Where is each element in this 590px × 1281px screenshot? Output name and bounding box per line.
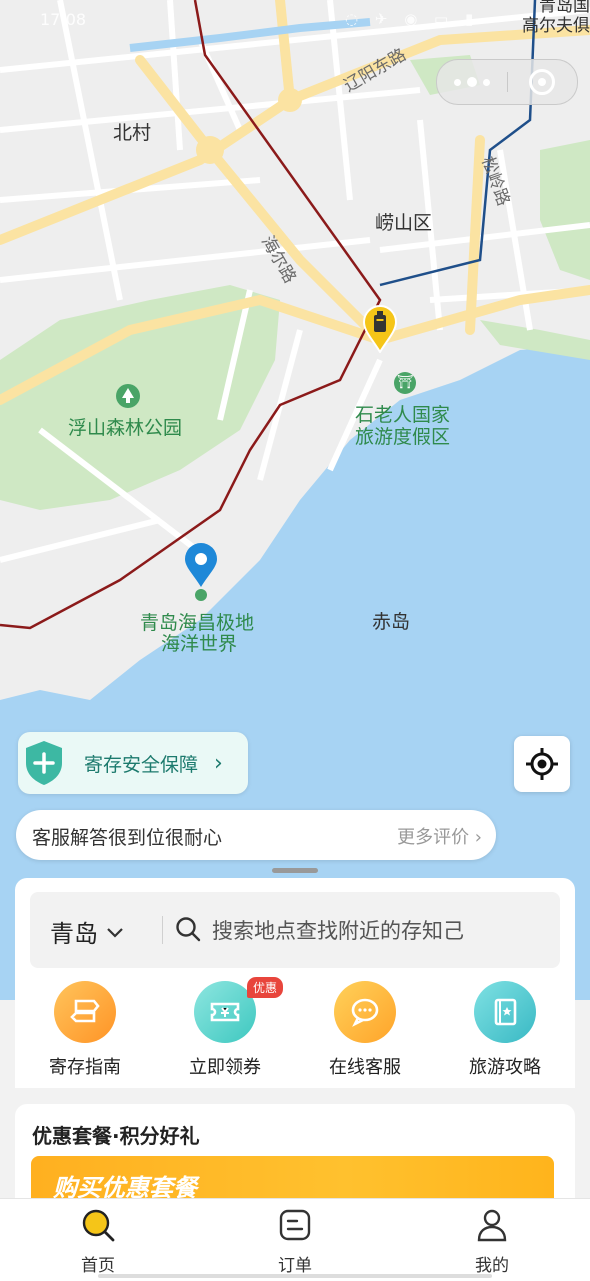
map-label-chidao: 赤岛 <box>372 611 411 633</box>
storage-security-label: 寄存安全保障 <box>84 753 199 776</box>
bottom-panel: 青岛 寄存指南 优惠 立即领券 在线客服 旅游攻略 <box>15 878 575 1088</box>
signpost-icon <box>54 981 116 1043</box>
park-tree-icon <box>116 384 140 408</box>
selected-location-pin[interactable] <box>182 543 220 601</box>
quick-online-service-label: 在线客服 <box>329 1057 401 1078</box>
map-label-laoshan: 崂山区 <box>375 212 433 234</box>
more-reviews-link[interactable]: 更多评价 › <box>397 823 482 849</box>
mini-program-close-icon[interactable] <box>507 60 577 104</box>
storage-location-marker[interactable] <box>362 305 398 353</box>
shield-plus-icon <box>26 741 62 785</box>
search-divider <box>162 916 163 944</box>
scenic-area-icon: ⛩ <box>394 372 416 394</box>
promo-card: 优惠套餐·积分好礼 购买优惠套餐 <box>15 1104 575 1204</box>
quick-storage-guide-label: 寄存指南 <box>49 1057 121 1078</box>
mini-program-capsule <box>436 59 578 105</box>
guidebook-icon <box>474 981 536 1043</box>
more-dots-icon[interactable] <box>437 60 507 104</box>
quick-storage-guide[interactable]: 寄存指南 <box>25 981 145 1079</box>
promo-title: 优惠套餐·积分好礼 <box>32 1124 200 1148</box>
map-label-shilaoren-2: 旅游度假区 <box>355 426 451 448</box>
chat-bubble-icon <box>334 981 396 1043</box>
chevron-right-icon: › <box>214 750 223 776</box>
quick-get-coupon-label: 立即领券 <box>189 1057 261 1078</box>
map-label-golf-line1: 青岛国 <box>539 0 590 16</box>
order-list-icon <box>279 1209 311 1241</box>
tab-home[interactable]: 首页 <box>38 1207 158 1276</box>
tab-home-label: 首页 <box>81 1256 115 1276</box>
city-name: 青岛 <box>50 920 98 948</box>
quick-online-service[interactable]: 在线客服 <box>305 981 425 1079</box>
review-text: 客服解答很到位很耐心 <box>32 827 223 849</box>
map-label-beicun: 北村 <box>113 122 152 144</box>
search-home-icon <box>82 1209 115 1242</box>
tab-mine-label: 我的 <box>475 1256 509 1276</box>
home-indicator <box>98 1274 492 1278</box>
map-label-haichang-2: 海洋世界 <box>161 633 238 655</box>
crosshair-icon <box>526 748 558 780</box>
map-label-fushan-park: 浮山森林公园 <box>68 417 183 439</box>
locate-me-button[interactable] <box>514 736 570 792</box>
status-bar: 17:08 ◌ ✈ ◉ ▭ ▮ <box>0 0 590 40</box>
quick-travel-guide[interactable]: 旅游攻略 <box>445 981 565 1079</box>
status-time: 17:08 <box>40 10 87 29</box>
status-icons: ◌ ✈ ◉ ▭ ▮ <box>345 10 480 28</box>
panel-drag-handle[interactable] <box>272 868 318 873</box>
quick-travel-guide-label: 旅游攻略 <box>469 1057 541 1078</box>
tab-orders-label: 订单 <box>278 1256 312 1276</box>
map-label-golf-club: 青岛国 高尔夫俱 <box>508 0 590 36</box>
chevron-down-icon <box>107 927 123 938</box>
discount-badge: 优惠 <box>247 977 284 998</box>
profile-icon <box>477 1209 507 1242</box>
city-selector[interactable]: 青岛 <box>50 914 124 949</box>
storage-security-button[interactable]: 寄存安全保障 › <box>18 732 248 794</box>
map-label-shilaoren-1: 石老人国家 <box>355 404 451 426</box>
quick-get-coupon[interactable]: 优惠 立即领券 <box>165 977 285 1079</box>
map-label-haichang-1: 青岛海昌极地 <box>140 612 255 634</box>
search-icon <box>176 917 201 942</box>
promo-banner[interactable]: 购买优惠套餐 <box>31 1156 554 1204</box>
tab-mine[interactable]: 我的 <box>432 1207 552 1276</box>
search-bar: 青岛 <box>30 892 560 968</box>
tab-orders[interactable]: 订单 <box>235 1207 355 1276</box>
search-input[interactable] <box>210 912 534 950</box>
review-banner[interactable]: 客服解答很到位很耐心 更多评价 › <box>16 810 496 860</box>
tab-bar: 首页 订单 我的 <box>0 1198 590 1281</box>
map-label-golf-line2: 高尔夫俱 <box>522 16 590 36</box>
